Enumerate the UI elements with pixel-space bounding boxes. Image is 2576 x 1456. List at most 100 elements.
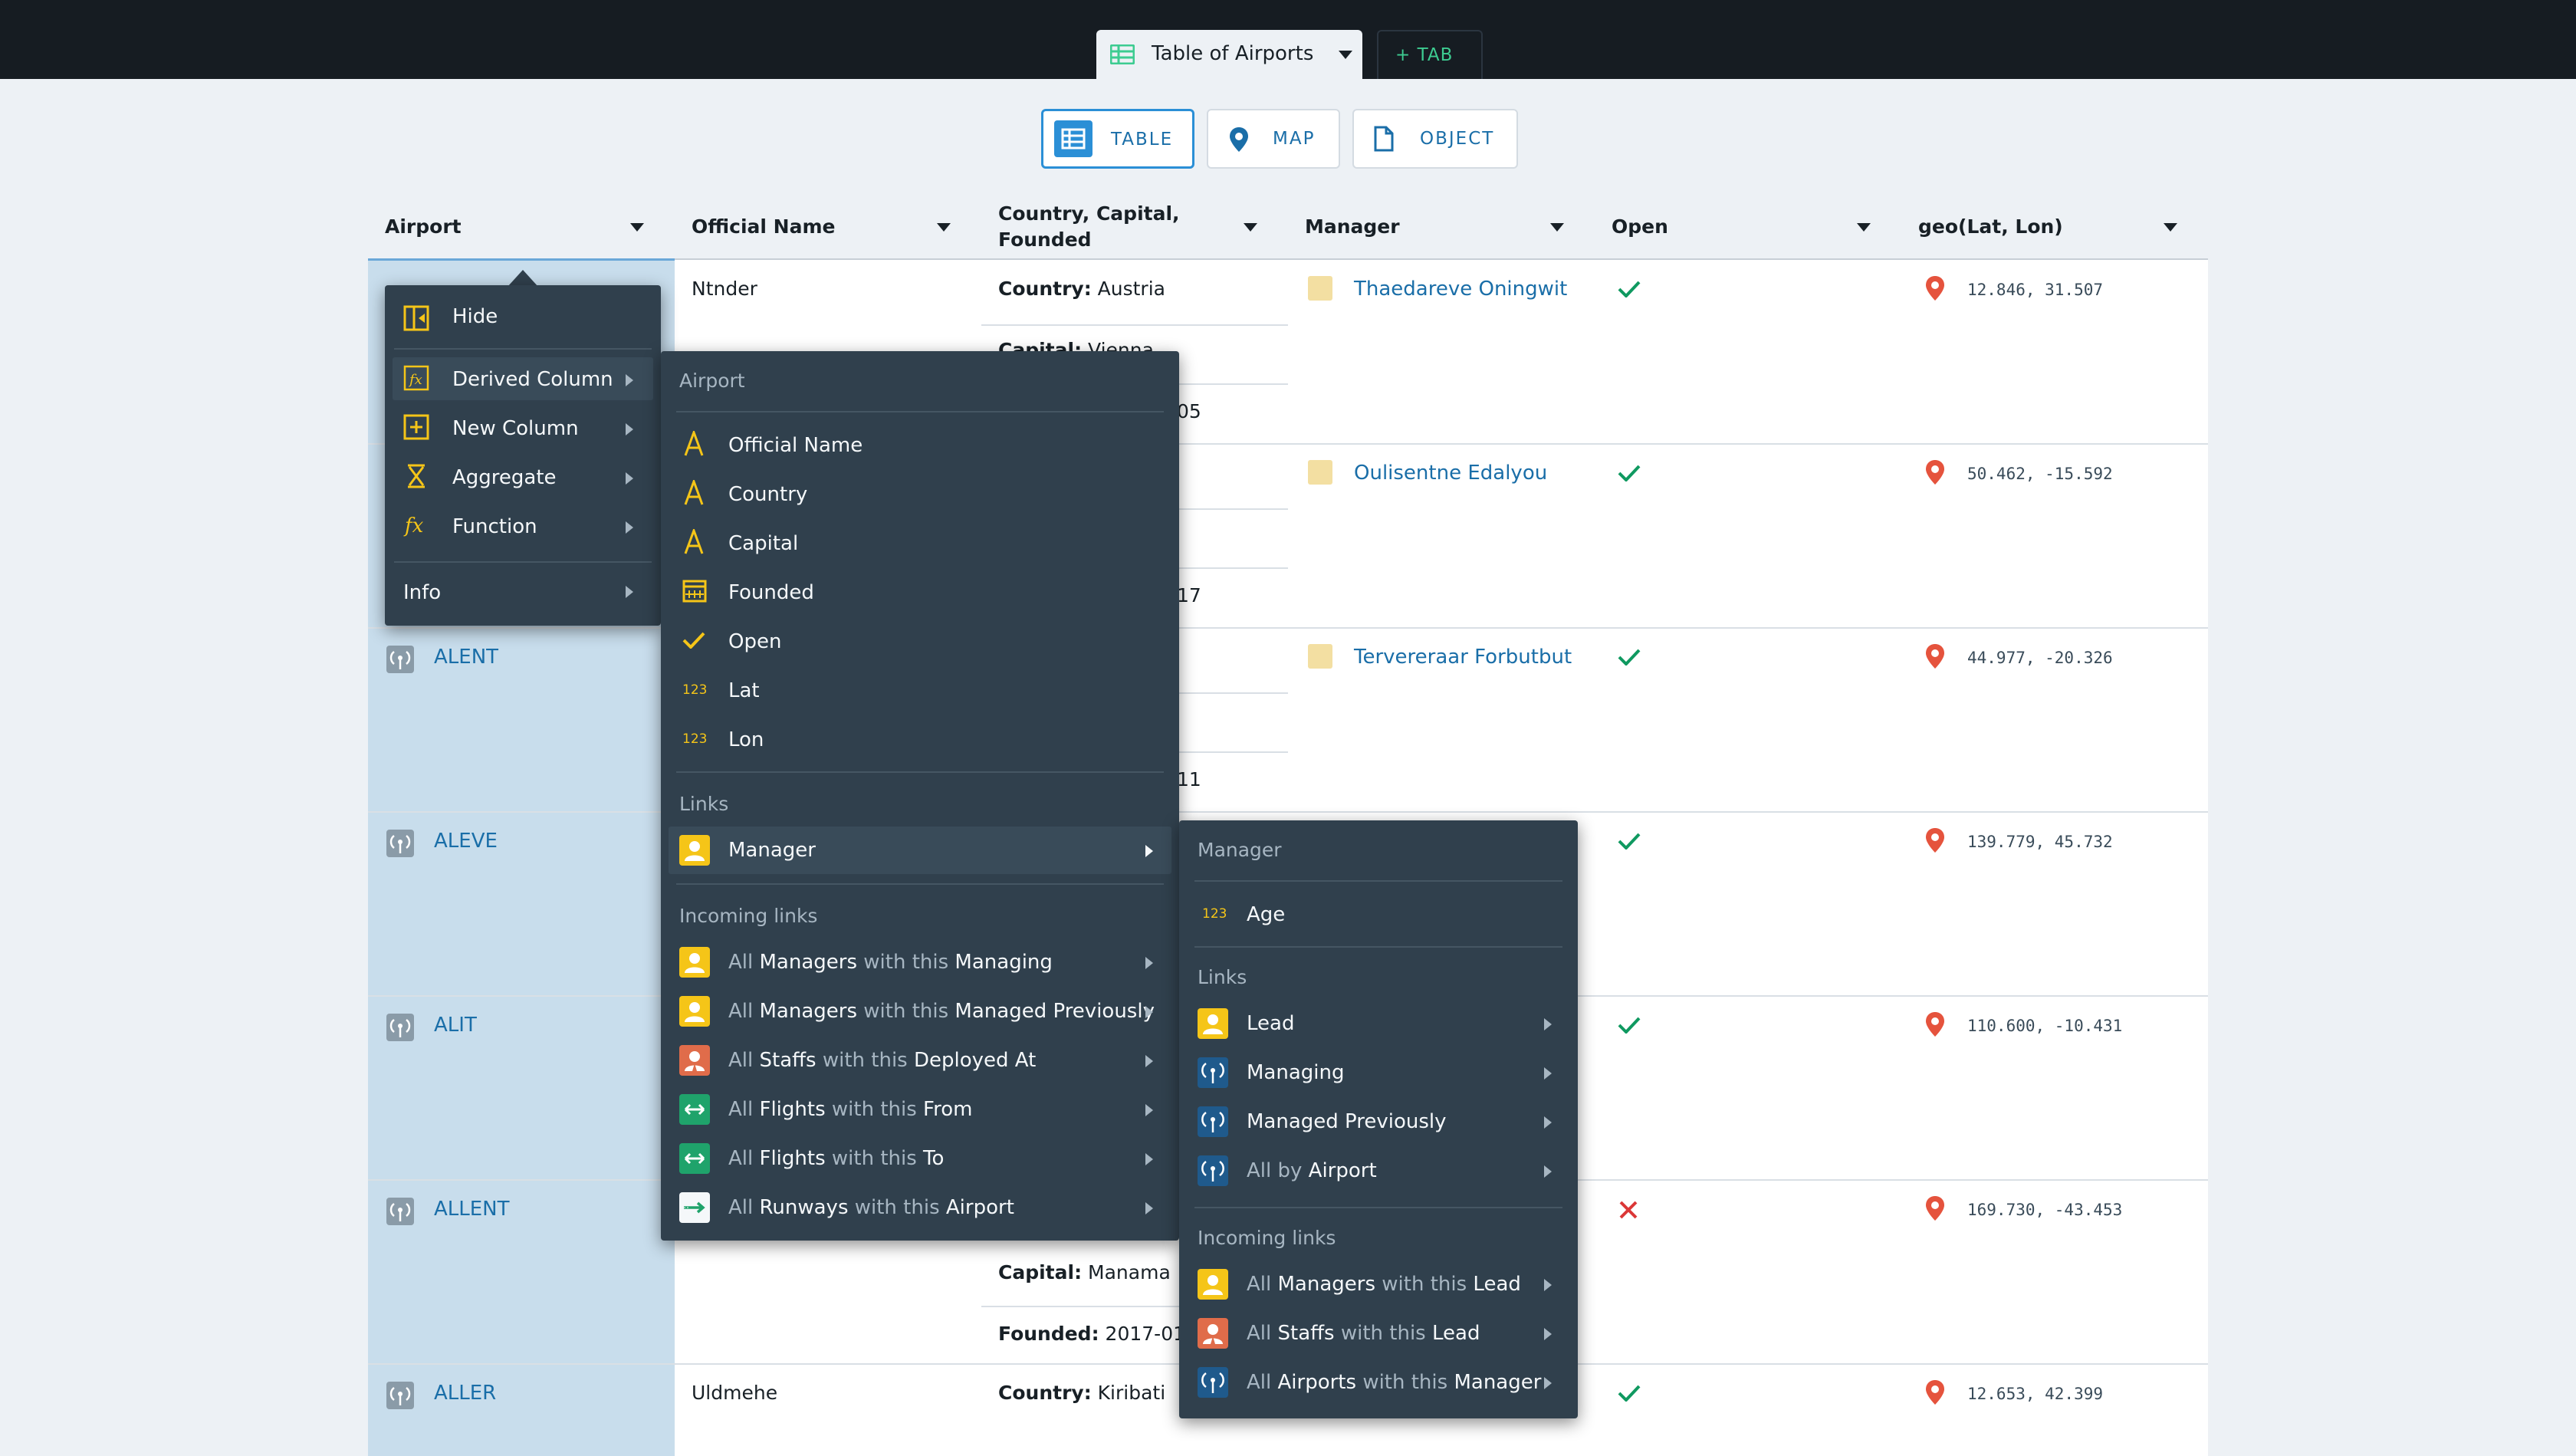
manager-link[interactable]: Tervereraar Forbutbut	[1354, 646, 1572, 669]
link-lead[interactable]: Lead	[1247, 1012, 1294, 1035]
property-lon[interactable]: Lon	[728, 728, 764, 751]
property-founded[interactable]: Founded	[728, 581, 814, 604]
link-manager[interactable]: Manager	[728, 839, 816, 862]
property-country[interactable]: Country	[728, 483, 807, 506]
country-cell: Country: Austria	[998, 278, 1165, 300]
incoming-link-item[interactable]: All Runways with this Airport	[728, 1196, 1014, 1219]
chevron-down-icon[interactable]	[2164, 223, 2177, 232]
chevron-down-icon[interactable]	[1857, 223, 1871, 232]
text-all: All	[1247, 1322, 1272, 1345]
column-header-country[interactable]: Country, Capital, Founded	[998, 201, 1263, 259]
number-type-icon: 123	[1202, 906, 1227, 922]
menu-item-hide[interactable]: Hide	[452, 305, 498, 328]
add-tab-button[interactable]: + TAB	[1377, 30, 1483, 79]
aggregate-icon	[408, 464, 425, 488]
cross-icon	[1619, 1201, 1638, 1219]
object-view-label: OBJECT	[1420, 129, 1495, 149]
field-label: Country:	[998, 1382, 1092, 1404]
property-official-name[interactable]: Official Name	[728, 434, 863, 457]
tab-table-of-airports[interactable]: Table of Airports	[1096, 30, 1362, 79]
menu-item-aggregate[interactable]: Aggregate	[452, 466, 557, 489]
column-header-airport[interactable]: Airport	[385, 201, 650, 259]
geo-cell: 12.653, 42.399	[1967, 1385, 2104, 1403]
airport-link[interactable]: ALENT	[434, 646, 498, 669]
derived-column-icon: fx	[403, 365, 429, 391]
menu-divider	[1194, 1207, 1562, 1208]
property-lat[interactable]: Lat	[728, 679, 760, 702]
chevron-down-icon[interactable]	[1244, 223, 1257, 232]
link-name: From	[923, 1098, 973, 1121]
incoming-link-item[interactable]: All Managers with this Managed Previousl…	[728, 1000, 1155, 1023]
staff-icon	[679, 1045, 710, 1076]
property-open[interactable]: Open	[728, 630, 781, 653]
menu-item-new-column[interactable]: New Column	[452, 417, 579, 440]
founded-cell: 11	[1177, 768, 1201, 790]
chevron-right-icon	[626, 521, 633, 534]
chevron-down-icon[interactable]	[1339, 51, 1352, 60]
selected-column-indicator	[368, 258, 675, 261]
menu-divider	[394, 561, 652, 563]
property-capital[interactable]: Capital	[728, 532, 798, 555]
check-icon	[682, 632, 705, 649]
object-type: Airports	[1277, 1371, 1357, 1394]
object-type: Airport	[1308, 1159, 1377, 1182]
object-type: Flights	[759, 1098, 826, 1121]
column-header-geo[interactable]: geo(Lat, Lon)	[1918, 201, 2183, 259]
airport-link[interactable]: ALLER	[434, 1382, 496, 1405]
founded-cell: Founded: 2017-01-	[998, 1323, 1192, 1345]
incoming-link-item[interactable]: All Managers with this Lead	[1247, 1273, 1521, 1296]
runway-icon	[679, 1192, 710, 1223]
number-type-icon: 123	[682, 682, 708, 698]
map-view-button[interactable]: MAP	[1207, 109, 1340, 169]
menu-divider	[394, 348, 652, 350]
field-label: Founded:	[998, 1323, 1099, 1345]
table-view-label: TABLE	[1111, 130, 1174, 150]
table-view-button[interactable]: TABLE	[1041, 109, 1194, 169]
column-header-official-name[interactable]: Official Name	[692, 201, 957, 259]
text-type-icon	[684, 480, 704, 505]
geo-cell: 44.977, -20.326	[1967, 649, 2113, 667]
object-view-button[interactable]: OBJECT	[1352, 109, 1518, 169]
menu-item-info[interactable]: Info	[403, 581, 441, 604]
airport-link[interactable]: ALLENT	[434, 1198, 510, 1221]
airport-icon	[1198, 1106, 1228, 1137]
manager-link[interactable]: Oulisentne Edalyou	[1354, 462, 1547, 485]
function-icon: fx	[403, 514, 424, 537]
object-type: Flights	[759, 1147, 826, 1170]
incoming-link-item[interactable]: All Flights with this From	[728, 1098, 972, 1121]
link-managed-previously[interactable]: Managed Previously	[1247, 1110, 1447, 1133]
chevron-right-icon	[1145, 1202, 1153, 1214]
menu-divider	[1194, 946, 1562, 948]
manager-link[interactable]: Thaedareve Oningwit	[1354, 278, 1567, 301]
column-header-label: Founded	[998, 228, 1092, 251]
chevron-right-icon	[1544, 1067, 1552, 1080]
incoming-link-item[interactable]: All Flights with this To	[728, 1147, 944, 1170]
column-header-label: Manager	[1305, 215, 1400, 238]
property-age[interactable]: Age	[1247, 903, 1285, 926]
incoming-link-item[interactable]: All Managers with this Managing	[728, 951, 1053, 974]
flight-icon	[679, 1143, 710, 1174]
chevron-down-icon[interactable]	[630, 223, 644, 232]
incoming-link-item[interactable]: All Staffs with this Deployed At	[728, 1049, 1036, 1072]
chevron-down-icon[interactable]	[1550, 223, 1564, 232]
airport-icon	[1198, 1057, 1228, 1088]
column-header-open[interactable]: Open	[1612, 201, 1877, 259]
incoming-link-item[interactable]: All Staffs with this Lead	[1247, 1322, 1480, 1345]
calendar-icon	[682, 580, 707, 603]
chevron-down-icon[interactable]	[937, 223, 951, 232]
menu-item-derived-column[interactable]: Derived Column	[452, 368, 613, 391]
link-managing[interactable]: Managing	[1247, 1061, 1345, 1084]
column-header-manager[interactable]: Manager	[1305, 201, 1570, 259]
airport-icon	[1198, 1367, 1228, 1398]
text-all: All	[728, 1147, 754, 1170]
field-value: Austria	[1097, 278, 1165, 300]
check-icon	[1618, 465, 1641, 481]
incoming-link-item[interactable]: All Airports with this Manager	[1247, 1371, 1541, 1394]
airport-link[interactable]: ALIT	[434, 1014, 477, 1037]
airport-link[interactable]: ALEVE	[434, 830, 498, 853]
menu-item-function[interactable]: Function	[452, 515, 537, 538]
map-pin-icon	[1926, 276, 1944, 301]
link-all-by-airport[interactable]: All by Airport	[1247, 1159, 1377, 1182]
founded-cell: 05	[1177, 400, 1201, 422]
person-icon	[679, 947, 710, 978]
